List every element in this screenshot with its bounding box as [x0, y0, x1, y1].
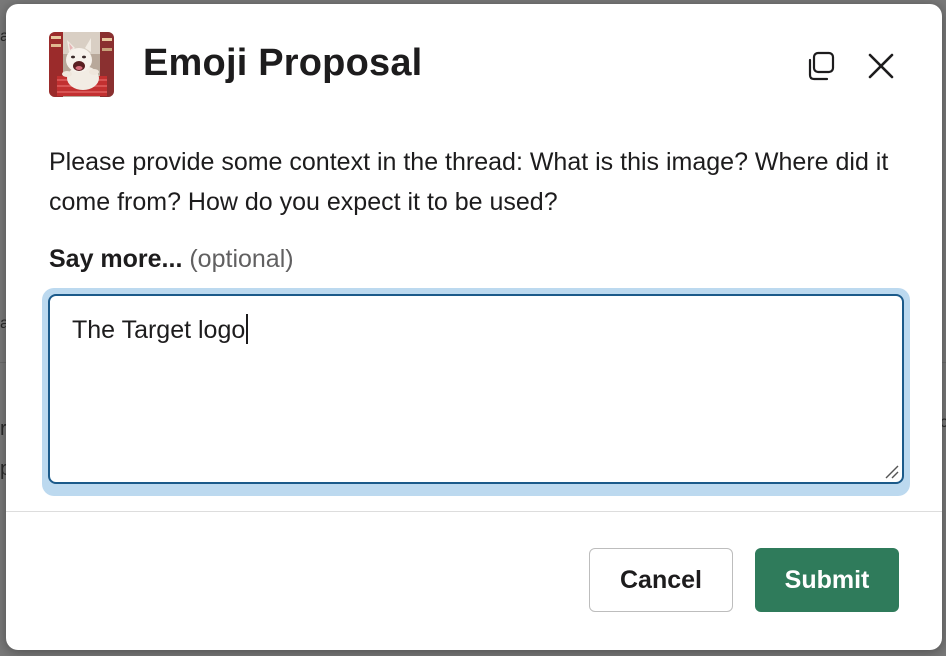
close-button[interactable]	[861, 46, 901, 86]
close-icon	[868, 53, 894, 79]
field-label-text: Say more...	[49, 245, 183, 273]
footer-divider	[6, 511, 942, 512]
dialog-header: Emoji Proposal	[6, 4, 942, 124]
say-more-textarea[interactable]: The Target logo	[48, 294, 904, 484]
textarea-value: The Target logo	[72, 314, 249, 345]
textarea-value-text: The Target logo	[72, 316, 246, 344]
copy-button[interactable]	[801, 46, 841, 86]
copy-icon	[808, 51, 835, 81]
textarea-focus-ring: The Target logo	[42, 288, 910, 496]
dialog-title: Emoji Proposal	[143, 42, 423, 84]
text-caret	[246, 314, 249, 344]
say-more-label: Say more... (optional)	[49, 245, 294, 274]
submit-button[interactable]: Submit	[755, 548, 899, 612]
resize-handle-icon[interactable]	[882, 462, 900, 480]
optional-hint: (optional)	[189, 245, 294, 273]
cancel-button[interactable]: Cancel	[589, 548, 733, 612]
emoji-proposal-dialog: Emoji Proposal Please provide some conte…	[6, 4, 942, 650]
dialog-description: Please provide some context in the threa…	[49, 148, 889, 216]
emoji-preview-image	[49, 32, 114, 97]
